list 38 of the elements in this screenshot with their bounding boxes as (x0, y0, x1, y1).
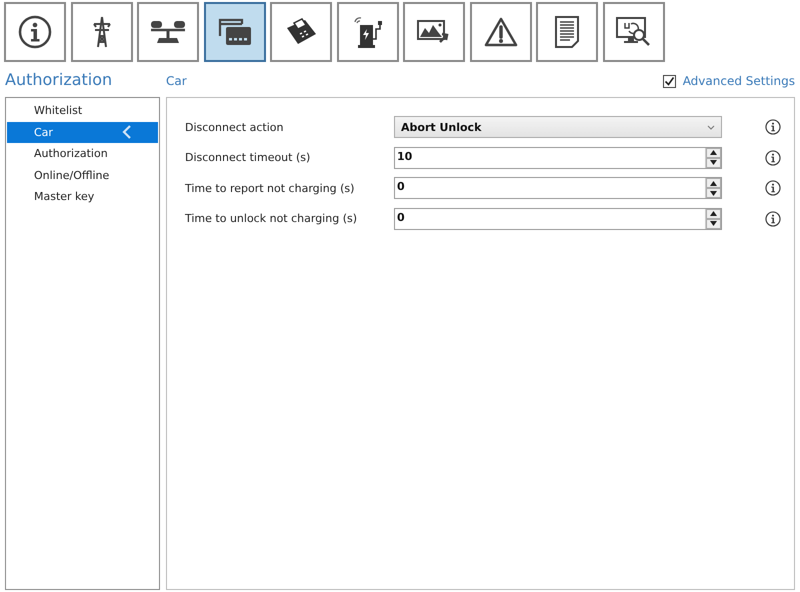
toolbar-button[interactable] (204, 2, 266, 62)
info-icon[interactable] (765, 150, 781, 166)
card-terminal-icon (284, 18, 318, 46)
document-icon (554, 15, 580, 49)
credit-cards-icon (218, 17, 252, 47)
toolbar-button[interactable] (403, 2, 465, 62)
setting-label: Time to unlock not charging (s) (185, 212, 358, 226)
advanced-settings-label[interactable]: Advanced Settings (682, 74, 795, 88)
sidebar-item[interactable]: Whitelist (6, 100, 159, 122)
advanced-settings-checkbox[interactable] (662, 74, 676, 88)
toolbar-button[interactable] (270, 2, 332, 62)
sidebar-item[interactable]: Master key (6, 186, 159, 208)
toolbar-button[interactable] (137, 2, 199, 62)
sidebar-item[interactable]: Authorization (6, 143, 159, 164)
setting-label: Disconnect timeout (s) (185, 151, 312, 164)
toolbar-button[interactable] (536, 2, 598, 62)
setting-label: Disconnect action (185, 120, 284, 134)
scale-icon (149, 18, 187, 46)
info-icon (18, 15, 52, 49)
dropdown[interactable]: Abort Unlock (394, 116, 722, 138)
info-icon[interactable] (765, 180, 781, 196)
toolbar-button[interactable] (602, 2, 664, 62)
power-pylon-icon (90, 16, 112, 48)
chevron-down-icon (707, 124, 715, 130)
toolbar-button[interactable] (4, 2, 66, 62)
setting-label: Time to report not charging (s) (185, 182, 356, 195)
info-icon[interactable] (765, 119, 781, 136)
toolbar-button[interactable] (336, 2, 398, 62)
toolbar-button[interactable] (70, 2, 132, 62)
sidebar-item[interactable]: Car (7, 122, 158, 143)
info-icon[interactable] (765, 210, 781, 227)
warning-icon (482, 16, 518, 48)
section-title: Authorization (5, 70, 114, 91)
charging-station-icon (352, 15, 384, 49)
sidebar-item[interactable]: Online/Offline (6, 164, 159, 186)
page-title: Car (166, 74, 188, 90)
chevron-left-icon (122, 125, 132, 140)
toolbar-button[interactable] (470, 2, 532, 62)
